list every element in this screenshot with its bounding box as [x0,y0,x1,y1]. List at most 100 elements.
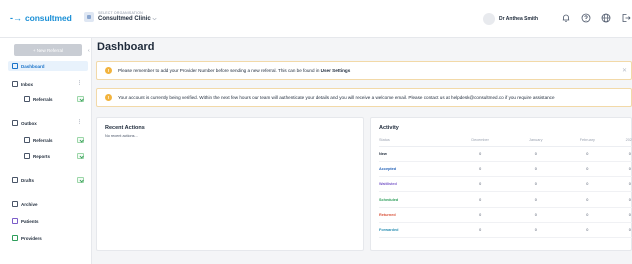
clinic-caption: Select Organisation [98,11,143,15]
logo-arrow-icon: -→ [10,13,22,23]
drafts-icon [12,177,18,183]
sidebar-item-label: Referrals [33,96,53,102]
recent-actions-empty: No recent actions... [105,134,138,138]
count-cell: 0 [448,146,512,162]
sidebar-item-label: Referrals [33,137,53,143]
activity-table: Status December January February 2025 Ne… [379,134,632,239]
bell-icon[interactable] [560,12,572,24]
clinic-selector[interactable]: Select Organisation Consultmed Clinic ⌵ [98,11,156,22]
verification-banner: ! Your account is currently being verifi… [96,88,632,107]
user-menu[interactable]: Dr Anthea Smith [483,13,538,25]
status-cell: Accepted [379,161,449,178]
sidebar-item-reports[interactable]: Reports [20,151,88,161]
count-cell: 0 [448,176,512,193]
provider-number-banner: ! Please remember to add your Provider N… [96,61,632,80]
outbox-menu-icon[interactable]: ⋮ [77,119,82,125]
document-icon [24,153,30,159]
count-cell: 0 [614,222,632,239]
check-icon [77,176,84,183]
count-cell: 0 [511,191,561,208]
sidebar-item-archive[interactable]: Archive [8,199,88,209]
activity-card: Activity Status December January Februar… [370,117,632,251]
consultmed-logo[interactable]: -→ consultmed [10,13,72,23]
count-cell: 0 [511,161,561,178]
sidebar-item-label: Archive [21,201,38,207]
inbox-icon [12,81,18,87]
sidebar-item-inbox-referrals[interactable]: Referrals [20,94,88,104]
count-cell: 0 [614,146,632,162]
sidebar-item-drafts[interactable]: Drafts [8,175,88,185]
document-icon [24,96,30,102]
recent-actions-title: Recent Actions [105,125,145,131]
archive-icon [12,201,18,207]
recent-actions-card: Recent Actions No recent actions... [96,117,364,251]
column-header: 2025 [614,134,632,147]
logo-text: consultmed [25,13,72,23]
count-cell: 0 [560,176,615,193]
patients-icon [12,218,18,224]
count-cell: 0 [448,207,512,223]
sidebar-item-inbox[interactable]: Inbox ⋮ [8,79,88,89]
sidebar-item-label: Reports [33,153,51,159]
column-header: January [511,134,561,147]
sidebar: + New Referral ‹ Dashboard Inbox ⋮ Refer… [0,38,92,264]
count-cell: 0 [511,222,561,239]
providers-icon [12,235,18,241]
check-icon [77,95,84,102]
warning-icon: ! [105,67,112,74]
count-cell: 0 [560,207,615,223]
close-icon[interactable]: ✕ [622,67,627,74]
sidebar-item-patients[interactable]: Patients [8,216,88,226]
sidebar-item-outbox[interactable]: Outbox ⋮ [8,118,88,128]
table-row: New 0 0 0 0 [379,146,632,162]
column-header: December [448,134,512,147]
sidebar-item-label: Providers [21,235,42,241]
new-referral-button[interactable]: + New Referral [14,44,82,56]
warning-icon: ! [105,94,112,101]
count-cell: 0 [614,161,632,178]
inbox-menu-icon[interactable]: ⋮ [77,80,82,86]
count-cell: 0 [614,191,632,208]
column-header: February [560,134,615,147]
count-cell: 0 [511,146,561,162]
sidebar-item-outbox-referrals[interactable]: Referrals [20,135,88,145]
table-row: Forwarded 0 0 0 0 [379,222,632,239]
check-icon [77,152,84,159]
status-cell: Waitlisted [379,176,449,193]
sidebar-item-label: Inbox [21,81,33,87]
count-cell: 0 [560,161,615,178]
provider-banner-text: Please remember to add your Provider Num… [118,68,321,73]
sidebar-item-label: Drafts [21,177,35,183]
table-row: Waitlisted 0 0 0 0 [379,176,632,193]
top-bar: -→ consultmed Select Organisation Consul… [0,0,632,38]
globe-icon[interactable] [600,12,612,24]
sidebar-item-label: Outbox [21,120,37,126]
status-cell: Forwarded [379,222,449,239]
count-cell: 0 [560,146,615,162]
clinic-icon [84,12,94,22]
count-cell: 0 [511,207,561,223]
column-header: Status [379,134,449,147]
help-icon[interactable] [580,12,592,24]
status-cell: Scheduled [379,191,449,208]
count-cell: 0 [448,222,512,239]
sidebar-item-dashboard[interactable]: Dashboard [8,61,88,71]
chevron-down-icon: ⌵ [152,16,157,22]
table-row: Returned 0 0 0 0 [379,207,632,223]
home-icon [12,63,18,69]
outbox-icon [12,120,18,126]
document-icon [24,137,30,143]
activity-title: Activity [379,125,399,131]
count-cell: 0 [614,207,632,223]
table-row: Scheduled 0 0 0 0 [379,191,632,208]
verification-banner-text: Your account is currently being verified… [118,95,555,100]
count-cell: 0 [614,176,632,193]
count-cell: 0 [560,191,615,208]
table-row: Accepted 0 0 0 0 [379,161,632,178]
user-settings-link[interactable]: User Settings [321,68,351,73]
page-title: Dashboard [97,41,155,53]
count-cell: 0 [560,222,615,239]
logout-icon[interactable] [620,12,632,24]
sidebar-item-providers[interactable]: Providers [8,233,88,243]
collapse-sidebar-icon[interactable]: ‹ [88,48,90,54]
